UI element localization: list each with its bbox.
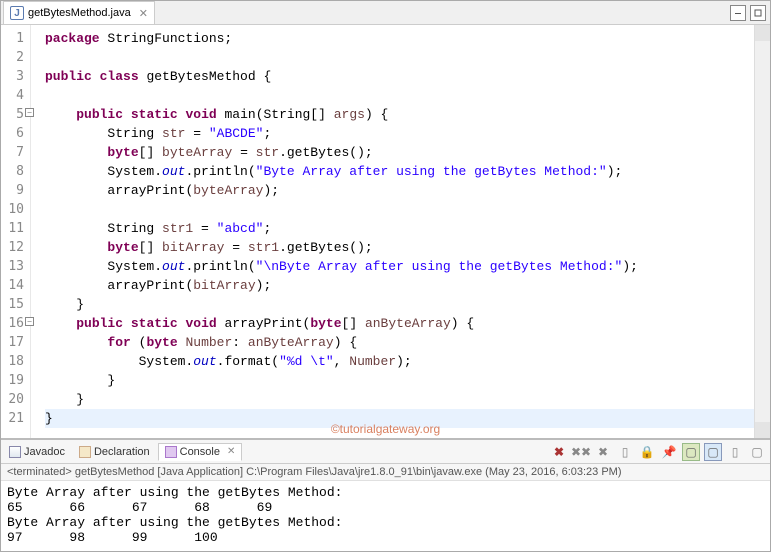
tab-console[interactable]: Console ✕ [158, 443, 243, 461]
console-output[interactable]: Byte Array after using the getBytes Meth… [1, 481, 770, 551]
line-number: 21 [1, 409, 24, 428]
console-toolbar: ✖ ✖✖ ✖ ▯ 🔒 📌 ▢ ▢ ▯ ▢ [550, 443, 766, 461]
line-gutter: 12345−678910111213141516−1718192021 [1, 25, 31, 438]
line-number: 4 [1, 86, 24, 105]
code-line[interactable]: public static void main(String[] args) { [45, 105, 754, 124]
java-file-icon: J [10, 6, 24, 20]
declaration-icon [79, 446, 91, 458]
line-number: 10 [1, 200, 24, 219]
close-icon[interactable]: ✕ [227, 446, 235, 457]
fold-toggle-icon[interactable]: − [25, 317, 34, 326]
code-line[interactable]: } [45, 409, 754, 428]
line-number: 5− [1, 105, 24, 124]
maximize-icon[interactable] [750, 5, 766, 21]
terminate-icon[interactable]: ✖ [550, 443, 568, 461]
code-line[interactable]: System.out.format("%d \t", Number); [45, 352, 754, 371]
line-number: 11 [1, 219, 24, 238]
code-line[interactable]: } [45, 390, 754, 409]
javadoc-icon [9, 446, 21, 458]
line-number: 13 [1, 257, 24, 276]
tab-label: Javadoc [24, 446, 65, 458]
code-line[interactable]: } [45, 371, 754, 390]
code-line[interactable]: System.out.println("\nByte Array after u… [45, 257, 754, 276]
pin-console-icon[interactable]: 📌 [660, 443, 678, 461]
line-number: 9 [1, 181, 24, 200]
clear-console-icon[interactable]: ▯ [616, 443, 634, 461]
line-number: 8 [1, 162, 24, 181]
scroll-lock-icon[interactable]: 🔒 [638, 443, 656, 461]
console-icon [165, 446, 177, 458]
line-number: 3 [1, 67, 24, 86]
line-number: 2 [1, 48, 24, 67]
file-tab[interactable]: J getBytesMethod.java ✕ [3, 1, 155, 24]
maximize-panel-icon[interactable]: ▢ [748, 443, 766, 461]
run-info: <terminated> getBytesMethod [Java Applic… [1, 464, 770, 481]
code-line[interactable]: String str = "ABCDE"; [45, 124, 754, 143]
line-number: 17 [1, 333, 24, 352]
window-controls [730, 5, 766, 21]
code-line[interactable]: for (byte Number: anByteArray) { [45, 333, 754, 352]
bottom-panel: Javadoc Declaration Console ✕ ✖ ✖✖ ✖ ▯ 🔒… [1, 438, 770, 551]
code-line[interactable]: arrayPrint(bitArray); [45, 276, 754, 295]
line-number: 14 [1, 276, 24, 295]
tab-label: Console [180, 446, 220, 458]
panel-tab-bar: Javadoc Declaration Console ✕ ✖ ✖✖ ✖ ▯ 🔒… [1, 440, 770, 464]
tab-declaration[interactable]: Declaration [73, 444, 156, 460]
code-line[interactable] [45, 86, 754, 105]
code-line[interactable]: byte[] byteArray = str.getBytes(); [45, 143, 754, 162]
editor-tab-bar: J getBytesMethod.java ✕ [1, 1, 770, 25]
line-number: 6 [1, 124, 24, 143]
code-line[interactable]: byte[] bitArray = str1.getBytes(); [45, 238, 754, 257]
code-line[interactable]: package StringFunctions; [45, 29, 754, 48]
code-line[interactable]: } [45, 295, 754, 314]
tab-label: Declaration [94, 446, 150, 458]
minimize-icon[interactable] [730, 5, 746, 21]
vertical-scrollbar[interactable] [754, 25, 770, 438]
fold-toggle-icon[interactable]: − [25, 108, 34, 117]
code-line[interactable]: arrayPrint(byteArray); [45, 181, 754, 200]
line-number: 20 [1, 390, 24, 409]
open-console-icon[interactable]: ▢ [704, 443, 722, 461]
code-line[interactable]: String str1 = "abcd"; [45, 219, 754, 238]
tab-javadoc[interactable]: Javadoc [3, 444, 71, 460]
minimize-panel-icon[interactable]: ▯ [726, 443, 744, 461]
line-number: 18 [1, 352, 24, 371]
line-number: 1 [1, 29, 24, 48]
code-area[interactable]: package StringFunctions; public class get… [31, 25, 754, 438]
code-editor[interactable]: 12345−678910111213141516−1718192021 pack… [1, 25, 770, 438]
close-icon[interactable]: ✕ [139, 7, 148, 20]
line-number: 19 [1, 371, 24, 390]
code-line[interactable] [45, 48, 754, 67]
line-number: 7 [1, 143, 24, 162]
remove-terminated-icon[interactable]: ✖✖ [572, 443, 590, 461]
line-number: 15 [1, 295, 24, 314]
line-number: 12 [1, 238, 24, 257]
file-tab-label: getBytesMethod.java [28, 7, 131, 19]
line-number: 16− [1, 314, 24, 333]
code-line[interactable]: System.out.println("Byte Array after usi… [45, 162, 754, 181]
remove-all-icon[interactable]: ✖ [594, 443, 612, 461]
display-selected-icon[interactable]: ▢ [682, 443, 700, 461]
code-line[interactable] [45, 200, 754, 219]
code-line[interactable]: public class getBytesMethod { [45, 67, 754, 86]
code-line[interactable]: public static void arrayPrint(byte[] anB… [45, 314, 754, 333]
